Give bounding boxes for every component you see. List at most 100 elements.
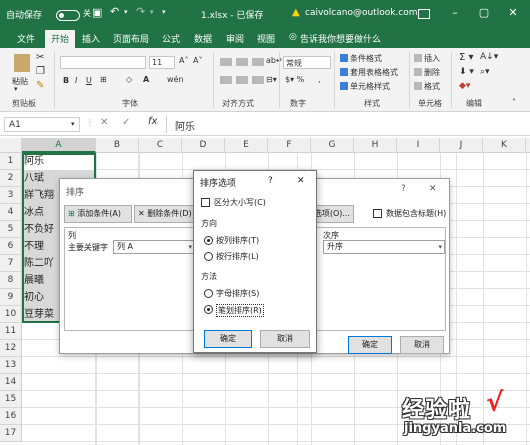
row-header-3[interactable]: 3	[0, 187, 22, 204]
customize-qat-icon[interactable]: ▾	[162, 8, 166, 16]
has-headers-checkbox[interactable]	[373, 209, 382, 218]
by-rows-radio[interactable]	[204, 252, 213, 261]
delete-button[interactable]: 删除	[424, 67, 440, 78]
row-header-14[interactable]: 14	[0, 374, 22, 391]
align-center-icon[interactable]	[236, 76, 248, 84]
row-header-5[interactable]: 5	[0, 221, 22, 238]
cell-a1[interactable]: 阿乐	[22, 153, 96, 170]
column-select[interactable]: 列 A ▾	[113, 240, 195, 254]
row-header-8[interactable]: 8	[0, 272, 22, 289]
copy-icon[interactable]: ❐	[36, 66, 45, 77]
sort-close-icon[interactable]: ✕	[429, 184, 437, 194]
bottom-align-icon[interactable]	[252, 58, 264, 66]
options-cancel-button[interactable]: 取消	[260, 330, 310, 348]
format-button[interactable]: 格式	[424, 81, 440, 92]
currency-icon[interactable]: $▾ %	[285, 75, 304, 84]
tab-formulas[interactable]: 公式	[162, 32, 180, 45]
number-format-box[interactable]: 常规	[283, 56, 331, 69]
close-window-icon[interactable]: ✕	[505, 6, 521, 20]
font-name-box[interactable]	[60, 56, 146, 69]
row-header-10[interactable]: 10	[0, 306, 22, 323]
redo-dropdown-icon[interactable]: ▾	[150, 8, 154, 16]
minimize-icon[interactable]: –	[447, 6, 463, 20]
tab-insert[interactable]: 插入	[82, 32, 100, 45]
name-box-dropdown-icon[interactable]: ▾	[71, 120, 75, 128]
ribbon-display-icon[interactable]	[418, 9, 430, 19]
increase-font-icon[interactable]: A˄	[179, 56, 188, 65]
row-header-2[interactable]: 2	[0, 170, 22, 187]
middle-align-icon[interactable]	[236, 58, 248, 66]
row-header-16[interactable]: 16	[0, 408, 22, 425]
undo-dropdown-icon[interactable]: ▾	[124, 8, 128, 16]
tab-data[interactable]: 数据	[194, 32, 212, 45]
find-select-icon[interactable]: ⌕▾	[480, 67, 490, 77]
fill-color-icon[interactable]: ◇	[126, 75, 132, 84]
align-right-icon[interactable]	[252, 76, 264, 84]
decrease-font-icon[interactable]: A˅	[193, 56, 202, 65]
col-header-a[interactable]: A	[22, 138, 96, 153]
name-box[interactable]: A1 ▾	[4, 117, 80, 132]
tab-file[interactable]: 文件	[17, 32, 35, 45]
col-header-i[interactable]: I	[397, 138, 440, 153]
row-header-17[interactable]: 17	[0, 425, 22, 442]
sort-cancel-button[interactable]: 取消	[400, 336, 444, 354]
row-header-13[interactable]: 13	[0, 357, 22, 374]
font-color-icon[interactable]: A	[143, 75, 149, 84]
resize-handle-icon[interactable]: ⋮	[86, 118, 94, 127]
autosum-icon[interactable]: Σ ▾	[459, 52, 474, 63]
options-ok-button[interactable]: 确定	[204, 330, 252, 348]
row-header-11[interactable]: 11	[0, 323, 22, 340]
alphabetical-radio[interactable]	[204, 289, 213, 298]
bold-icon[interactable]: B	[63, 76, 69, 85]
row-header-6[interactable]: 6	[0, 238, 22, 255]
add-level-button[interactable]: ⊞ 添加条件(A)	[64, 205, 132, 223]
by-columns-radio[interactable]	[204, 236, 213, 245]
cut-icon[interactable]: ✂	[36, 52, 44, 63]
autosave-toggle[interactable]	[56, 10, 80, 21]
align-left-icon[interactable]	[220, 76, 232, 84]
row-header-15[interactable]: 15	[0, 391, 22, 408]
underline-icon[interactable]: U	[86, 76, 92, 85]
row-header-1[interactable]: 1	[0, 153, 22, 170]
insert-button[interactable]: 插入	[424, 53, 440, 64]
top-align-icon[interactable]	[220, 58, 232, 66]
conditional-format-button[interactable]: 条件格式	[350, 53, 382, 64]
col-header-f[interactable]: F	[268, 138, 311, 153]
col-header-h[interactable]: H	[354, 138, 397, 153]
cancel-entry-icon[interactable]: ✕	[100, 117, 108, 128]
save-icon[interactable]: ▣	[92, 6, 102, 19]
sort-ok-button[interactable]: 确定	[348, 336, 392, 354]
select-all-corner[interactable]	[0, 138, 22, 153]
insert-function-icon[interactable]: fx	[148, 116, 157, 127]
wrap-text-icon[interactable]: ab↵	[266, 56, 283, 65]
row-header-12[interactable]: 12	[0, 340, 22, 357]
options-close-icon[interactable]: ✕	[297, 176, 305, 186]
undo-icon[interactable]: ↶	[110, 5, 119, 18]
merge-center-icon[interactable]: ⊟▾	[266, 75, 277, 84]
tab-page-layout[interactable]: 页面布局	[113, 32, 149, 45]
sort-filter-icon[interactable]: A↓▾	[480, 52, 498, 62]
paste-dropdown-icon[interactable]: ▾	[14, 85, 18, 93]
fill-icon[interactable]: ⬇ ▾	[459, 67, 474, 77]
stroke-radio[interactable]	[204, 305, 213, 314]
confirm-entry-icon[interactable]: ✓	[122, 117, 130, 128]
col-header-d[interactable]: D	[182, 138, 225, 153]
options-help-icon[interactable]: ?	[268, 176, 273, 186]
case-sensitive-checkbox[interactable]	[201, 198, 210, 207]
format-as-table-button[interactable]: 套用表格格式	[350, 67, 398, 78]
col-header-g[interactable]: G	[311, 138, 354, 153]
row-header-4[interactable]: 4	[0, 204, 22, 221]
col-header-b[interactable]: B	[96, 138, 139, 153]
formula-input[interactable]: 阿乐	[166, 116, 524, 133]
delete-level-button[interactable]: ✕ 删除条件(D)	[134, 205, 198, 223]
borders-icon[interactable]: ⊞	[100, 75, 107, 84]
col-header-k[interactable]: K	[483, 138, 526, 153]
tab-home[interactable]: 开始	[45, 30, 76, 48]
collapse-ribbon-icon[interactable]: ˄	[512, 98, 516, 107]
maximize-icon[interactable]: ▢	[476, 6, 492, 20]
tab-view[interactable]: 视图	[257, 32, 275, 45]
italic-icon[interactable]: I	[75, 76, 77, 85]
redo-icon[interactable]: ↷	[136, 5, 145, 18]
row-header-7[interactable]: 7	[0, 255, 22, 272]
sort-help-icon[interactable]: ?	[401, 184, 406, 194]
